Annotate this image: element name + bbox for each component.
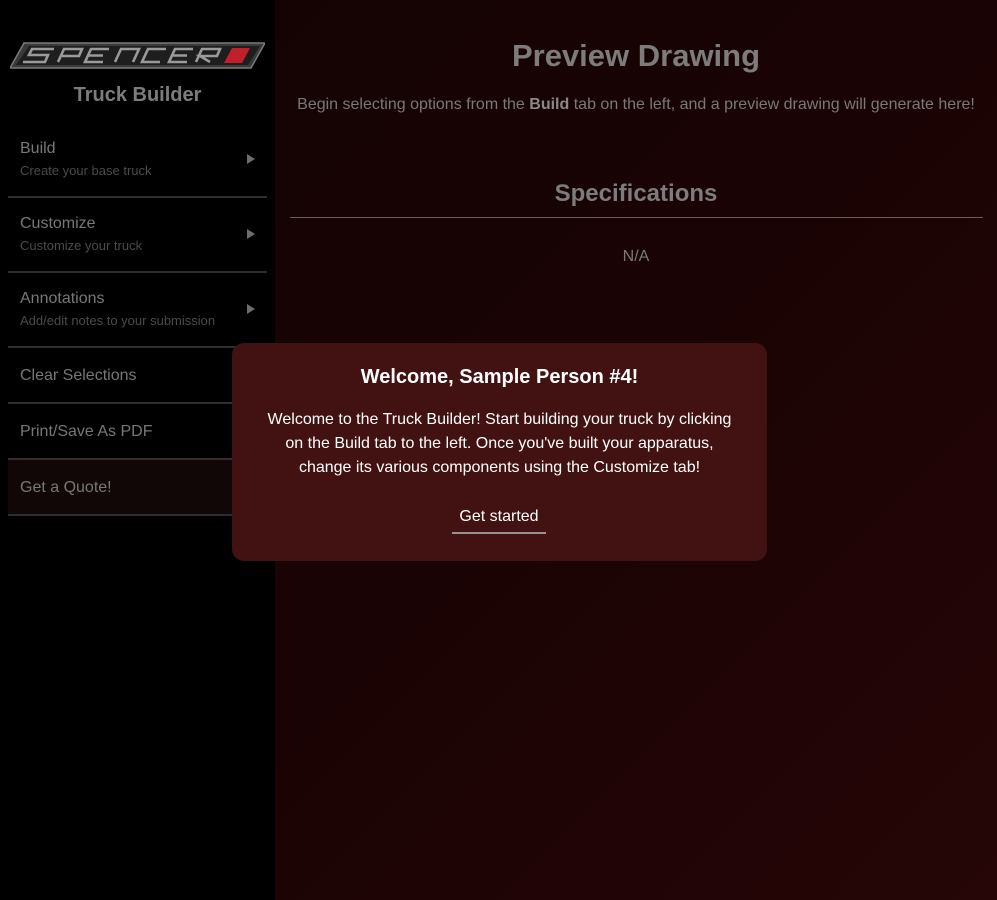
app-title: Truck Builder: [73, 84, 202, 106]
preview-instructions-build-emphasis: Build: [529, 96, 570, 113]
specifications-value: N/A: [622, 248, 650, 265]
chevron-right-icon: [247, 304, 255, 314]
sidebar-item-clear-selections[interactable]: Clear Selections: [8, 348, 267, 404]
spencer-logo-icon[interactable]: [8, 42, 267, 69]
sidebar-item-label: Annotations: [20, 290, 105, 307]
preview-instructions-end: tab on the left, and a preview drawing w…: [569, 96, 975, 113]
sidebar-item-get-quote[interactable]: Get a Quote!: [8, 460, 267, 516]
welcome-modal: Welcome, Sample Person #4! Welcome to th…: [232, 343, 767, 561]
modal-title: Welcome, Sample Person #4!: [360, 366, 639, 388]
sidebar-item-label: Print/Save As PDF: [20, 423, 153, 440]
sidebar-item-label: Clear Selections: [20, 367, 137, 384]
sidebar-item-label: Get a Quote!: [20, 479, 112, 496]
sidebar-item-sublabel: Add/edit notes to your submission: [20, 313, 216, 328]
specifications-title: Specifications: [554, 180, 718, 207]
modal-message: Welcome to the Truck Builder! Start buil…: [267, 411, 732, 476]
page-title: Preview Drawing: [511, 38, 761, 73]
sidebar-item-sublabel: Customize your truck: [20, 238, 143, 253]
sidebar-menu: Build Create your base truck Customize C…: [8, 123, 267, 516]
preview-instructions: Begin selecting options from the Build t…: [275, 96, 997, 114]
sidebar-item-label: Customize: [20, 215, 96, 232]
specifications-divider: [290, 217, 983, 218]
chevron-right-icon: [247, 229, 255, 239]
sidebar-item-label: Build: [20, 140, 56, 157]
chevron-right-icon: [247, 154, 255, 164]
sidebar-item-print-save-pdf[interactable]: Print/Save As PDF: [8, 404, 267, 460]
sidebar-item-customize[interactable]: Customize Customize your truck: [8, 198, 267, 273]
sidebar-item-sublabel: Create your base truck: [20, 163, 152, 178]
sidebar-item-annotations[interactable]: Annotations Add/edit notes to your submi…: [8, 273, 267, 348]
app: Truck Builder Build Create your base tru…: [0, 0, 997, 900]
get-started-button[interactable]: Get started: [452, 506, 546, 534]
preview-instructions-start: Begin selecting options from the: [297, 96, 530, 113]
sidebar-item-build[interactable]: Build Create your base truck: [8, 123, 267, 198]
